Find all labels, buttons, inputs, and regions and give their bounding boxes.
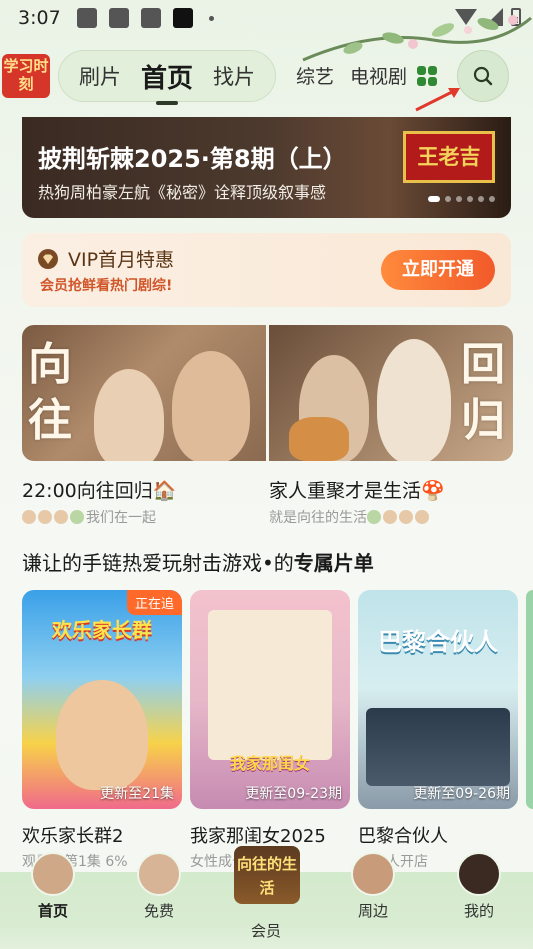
poster-person-image [94,369,164,461]
featured-right-subtitle-text: 就是向往的生活 [269,510,367,526]
bottom-nav-free[interactable]: 免费 [129,852,189,921]
app-notification-icon [108,8,129,28]
vip-title: VIP首月特惠 [68,249,175,271]
battery-icon [511,8,521,26]
signal-icon [485,8,503,26]
show-card[interactable]: 欢乐家长群 正在追 更新至21集 [22,590,182,809]
tab-tv-series[interactable]: 电视剧 [350,62,407,89]
banner-pagination [428,196,495,202]
media-notification-icon [172,8,193,28]
card-title[interactable]: 巴黎合伙人 [358,822,448,848]
show-card[interactable]: 巴黎合伙人 更新至09-26期 [358,590,518,809]
tab-shuapian[interactable]: 刷片 [79,61,121,91]
card-title[interactable]: 欢乐家长群2 [22,822,123,848]
bottom-nav-label: 免费 [143,902,174,920]
poster-char: 回 [461,339,505,390]
category-grid-icon[interactable] [417,66,437,86]
more-notifications-icon [208,15,214,21]
vip-promo-banner[interactable]: VIP首月特惠 会员抢鲜看热门剧综! 立即开通 [22,233,511,307]
show-card[interactable]: 我家那闺女 更新至09-23期 [190,590,350,809]
section-title-prefix: 谦让的手链热爱玩射击游戏•的 [22,551,294,575]
card-update-status: 更新至21集 [100,786,174,802]
bottom-nav-label: 我的 [463,902,494,920]
status-indicators [455,8,521,26]
bottom-nav-home[interactable]: 首页 [23,852,83,921]
bottom-nav-label: 首页 [37,902,68,920]
tab-zhaopian[interactable]: 找片 [213,61,255,91]
notification-icon [76,8,97,28]
poster-person-image [377,339,451,461]
featured-left-subtitle-text: 我们在一起 [86,510,156,526]
poster-char: 向 [28,339,72,390]
home-avatar-icon [31,852,75,896]
featured-poster-left[interactable]: 向 往 [22,325,266,461]
poster-dog-image [289,417,349,461]
free-avatar-icon [137,852,181,896]
show-card-peek[interactable] [526,590,533,809]
banner-sign: 王老吉 [403,131,495,183]
section-title: 谦让的手链热爱玩射击游戏•的专属片单 [22,547,374,576]
wifi-icon [455,9,477,25]
tab-home[interactable]: 首页 [141,58,193,105]
banner-subtitle: 热狗周柏豪左航《秘密》诠释顶级叙事感 [38,183,327,202]
bottom-nav-label: 会员 [250,922,281,940]
card-update-status: 更新至09-26期 [413,786,510,802]
bottom-nav-label: 周边 [357,902,388,920]
message-notification-icon [140,8,161,28]
section-title-bold: 专属片单 [293,551,374,575]
card-art-title: 巴黎合伙人 [378,627,498,656]
watching-tag: 正在追 [126,590,182,615]
vip-subtitle: 会员抢鲜看热门剧综! [40,278,173,294]
status-bar: 3:07 [0,0,533,36]
app-logo[interactable]: 学习时刻 [2,54,50,98]
featured-left-title[interactable]: 22:00向往回归🏠 [22,476,176,503]
search-icon [473,66,493,86]
card-photo-frame [208,610,332,760]
pointer-arrow-icon [415,88,460,112]
tab-variety[interactable]: 综艺 [296,62,334,89]
featured-poster-right[interactable]: 回 归 [269,325,513,461]
status-time: 3:07 [18,7,61,29]
card-person-image [56,680,148,790]
featured-right-title[interactable]: 家人重聚才是生活🍄 [269,476,445,503]
poster-char: 归 [461,395,505,446]
bottom-nav-nearby[interactable]: 周边 [343,852,403,921]
vip-diamond-icon [38,249,58,269]
bottom-nav-mine[interactable]: 我的 [449,852,509,921]
mine-avatar-icon [457,852,501,896]
vip-subscribe-button[interactable]: 立即开通 [381,250,495,290]
card-art-title: 欢乐家长群 [52,618,152,642]
logo-text: 学习时刻 [3,57,49,93]
main-nav-tabs: 刷片 首页 找片 [58,50,276,105]
search-button[interactable] [457,50,509,102]
card-group-image [366,708,510,786]
bottom-navigation: 首页 免费 会员 向往的生活 周边 我的 [0,846,533,949]
card-art-title: 我家那闺女 [229,754,310,773]
card-title[interactable]: 我家那闺女2025 [190,822,326,848]
card-update-status: 更新至09-23期 [245,786,342,802]
poster-person-image [172,351,250,461]
poster-char: 往 [28,395,72,446]
banner-title: 披荆斩棘2025·第8期（上） [38,145,347,173]
vip-art-badge[interactable]: 向往的生活 [234,846,300,904]
featured-right-subtitle: 就是向往的生活 [269,507,431,527]
featured-left-subtitle: 我们在一起 [22,507,156,527]
hero-banner[interactable]: 王老吉 披荆斩棘2025·第8期（上） 热狗周柏豪左航《秘密》诠释顶级叙事感 [22,117,511,218]
nearby-avatar-icon [351,852,395,896]
